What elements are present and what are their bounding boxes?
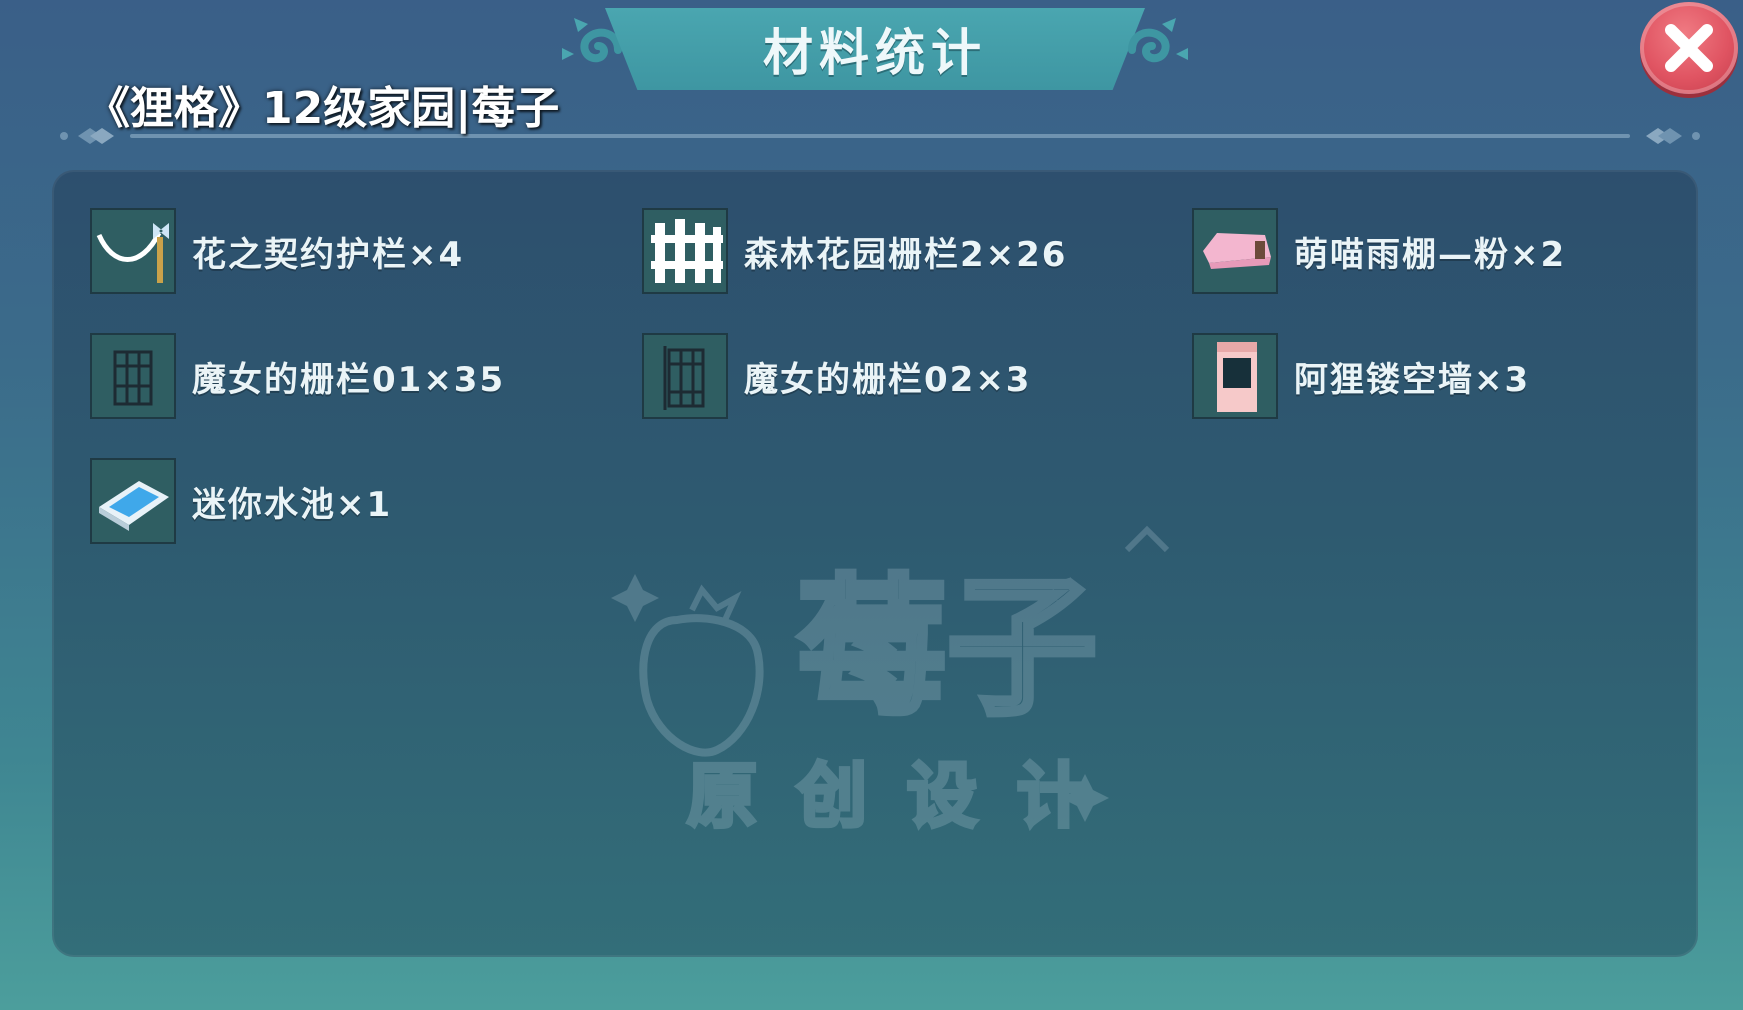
list-item[interactable]: 阿狸镂空墙×3 — [1192, 331, 1530, 421]
witch-fence-icon — [90, 333, 176, 419]
materials-panel: 莓子 原创设计 花之契约护栏×4 森林花园栅栏2×26 萌喵雨棚—粉×2 魔女的… — [52, 170, 1698, 957]
video-caption: 《狸格》12级家园|莓子 — [86, 83, 560, 134]
list-item[interactable]: 魔女的栅栏01×35 — [90, 331, 505, 421]
close-icon — [1665, 24, 1713, 72]
svg-text:莓子: 莓子 — [797, 562, 1097, 736]
item-label: 森林花园栅栏2×26 — [744, 234, 1068, 275]
mini-pool-icon — [90, 458, 176, 544]
list-item[interactable]: 花之契约护栏×4 — [90, 206, 464, 296]
hollow-wall-icon — [1192, 333, 1278, 419]
item-label: 魔女的栅栏02×3 — [744, 359, 1032, 400]
item-label: 花之契约护栏×4 — [192, 234, 465, 275]
list-item[interactable]: 森林花园栅栏2×26 — [642, 206, 1067, 296]
item-label: 迷你水池×1 — [192, 484, 393, 525]
witch-fence-gate-icon — [642, 333, 728, 419]
close-button[interactable] — [1640, 2, 1738, 94]
item-label: 阿狸镂空墙×3 — [1294, 359, 1531, 400]
list-item[interactable]: 魔女的栅栏02×3 — [642, 331, 1031, 421]
title-banner: 材料统计 — [605, 8, 1145, 90]
page-title: 材料统计 — [763, 24, 987, 82]
ornament-right-icon — [1128, 18, 1188, 63]
pink-awning-icon — [1192, 208, 1278, 294]
ribbon-railing-icon — [90, 208, 176, 294]
white-picket-fence-icon — [642, 208, 728, 294]
list-item[interactable]: 萌喵雨棚—粉×2 — [1192, 206, 1566, 296]
item-label: 魔女的栅栏01×35 — [192, 359, 506, 400]
item-label: 萌喵雨棚—粉×2 — [1294, 234, 1567, 275]
svg-text:原创设计: 原创设计 — [687, 755, 1127, 837]
watermark-logo: 莓子 原创设计 — [611, 525, 1170, 839]
list-item[interactable]: 迷你水池×1 — [90, 456, 392, 546]
